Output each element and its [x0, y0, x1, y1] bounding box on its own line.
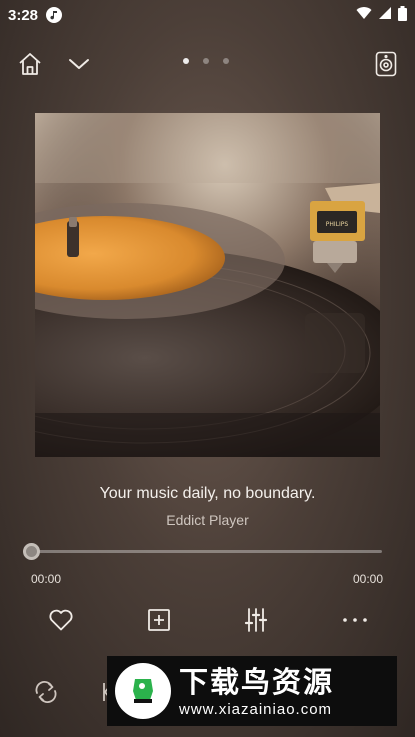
progress-thumb[interactable] [23, 543, 40, 560]
home-icon[interactable] [16, 50, 44, 78]
watermark-url: www.xiazainiao.com [179, 700, 333, 718]
watermark-title: 下载鸟资源 [179, 664, 335, 699]
chevron-down-icon[interactable] [66, 52, 92, 76]
track-artist: Eddict Player [166, 512, 249, 528]
battery-icon [398, 5, 407, 25]
equalizer-icon[interactable] [241, 605, 271, 635]
page-dot-3[interactable] [223, 58, 229, 64]
track-title: Your music daily, no boundary. [99, 485, 316, 502]
signal-icon [378, 6, 392, 24]
heart-icon[interactable] [46, 605, 76, 635]
music-note-icon [46, 7, 63, 23]
watermark-logo-icon [115, 663, 171, 719]
speaker-icon[interactable] [373, 50, 399, 78]
add-to-playlist-icon[interactable] [144, 605, 174, 635]
status-bar: 3:28 [0, 0, 415, 30]
page-dot-1[interactable] [183, 58, 189, 64]
watermark-text: 下载鸟资源 www.xiazainiao.com [179, 665, 334, 718]
top-bar [0, 46, 415, 80]
current-time: 00:00 [31, 572, 62, 586]
page-indicator [183, 58, 229, 64]
status-time: 3:28 [8, 6, 39, 24]
repeat-icon[interactable] [32, 678, 60, 706]
more-icon[interactable] [340, 605, 370, 635]
page-dot-2[interactable] [203, 58, 209, 64]
svg-text:PHILIPS: PHILIPS [326, 221, 349, 228]
watermark-banner: 下载鸟资源 www.xiazainiao.com [107, 656, 397, 726]
total-time: 00:00 [352, 572, 383, 586]
wifi-icon [356, 6, 372, 24]
status-icons [356, 5, 407, 25]
album-art-image: PHILIPS [35, 113, 380, 457]
progress-bar[interactable] [23, 543, 382, 560]
action-row [0, 605, 415, 635]
